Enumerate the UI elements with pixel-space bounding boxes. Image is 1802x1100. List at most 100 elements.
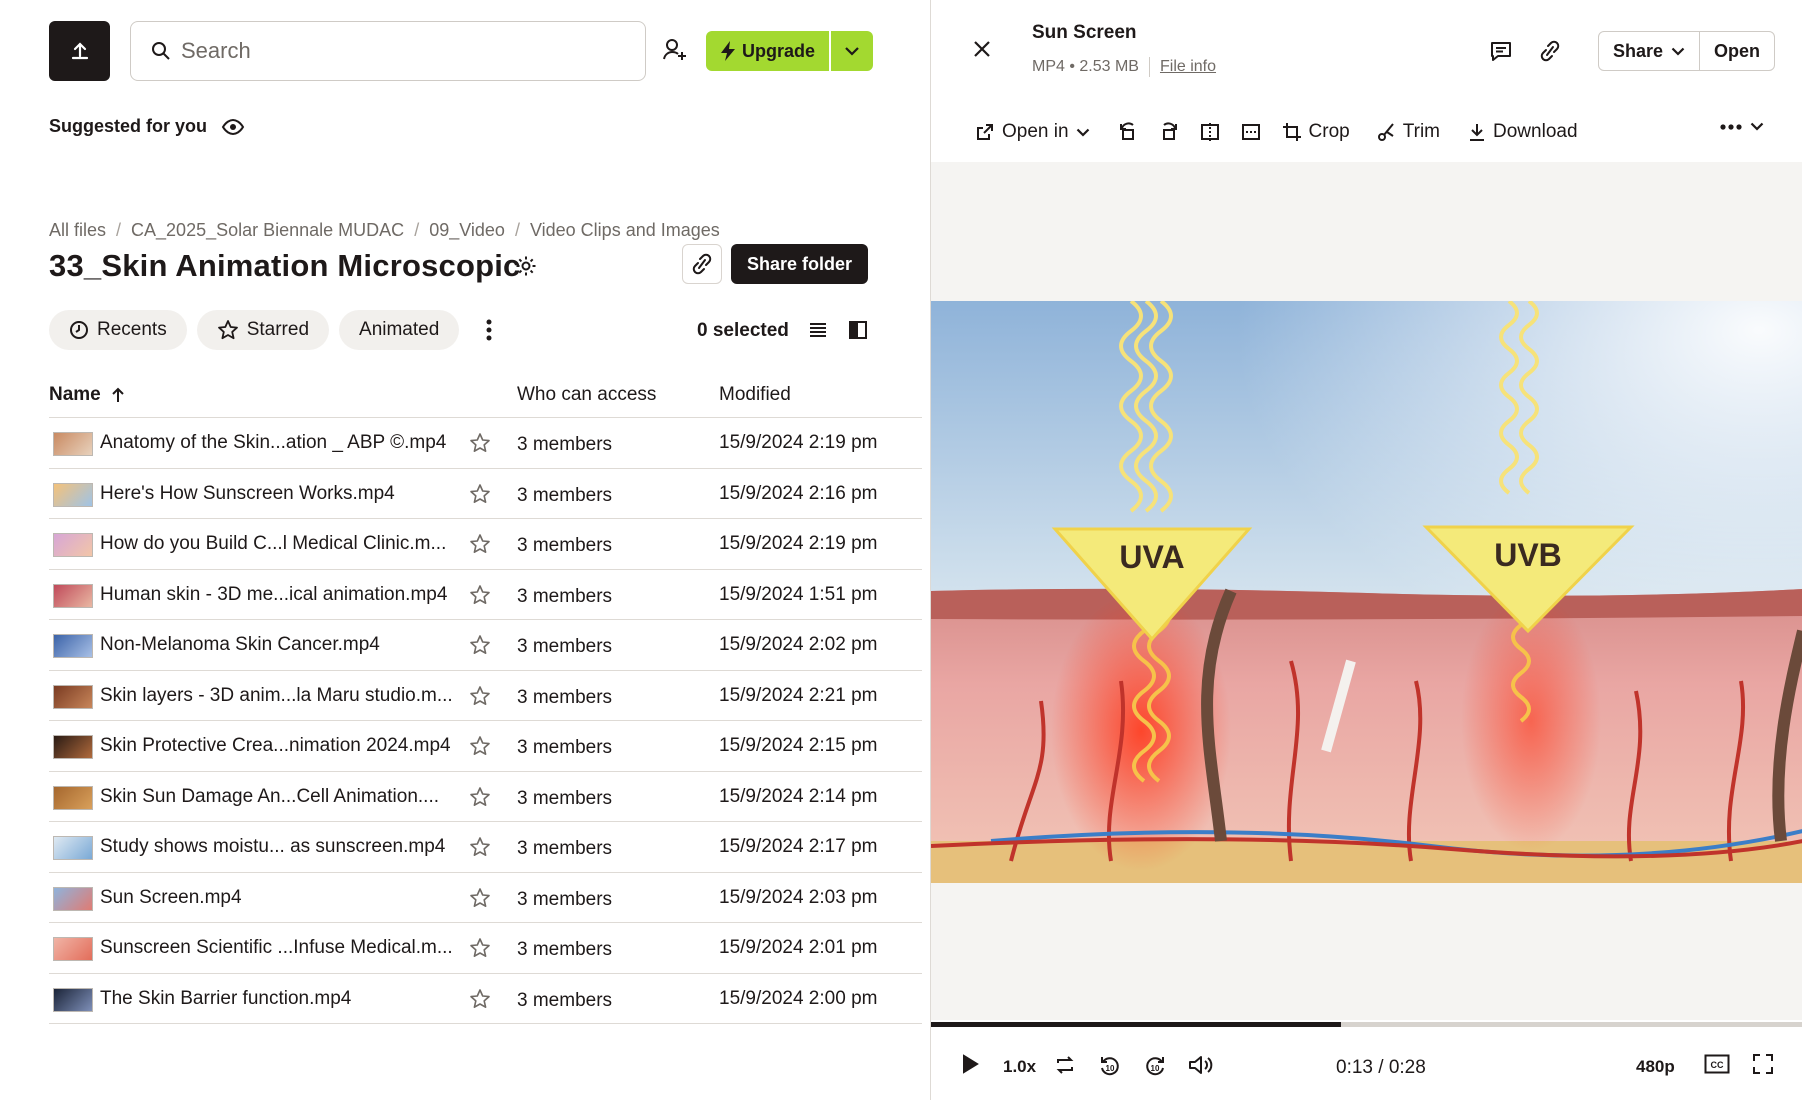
- table-row[interactable]: Sunscreen Scientific ...Infuse Medical.m…: [49, 923, 922, 974]
- forward-10-button[interactable]: 10: [1143, 1054, 1167, 1078]
- breadcrumb-solar-biennale[interactable]: CA_2025_Solar Biennale MUDAC: [131, 220, 404, 241]
- breadcrumb-separator: /: [116, 220, 122, 240]
- upgrade-label: Upgrade: [742, 40, 816, 61]
- star-icon[interactable]: [469, 483, 491, 505]
- crop-button[interactable]: Crop: [1282, 121, 1350, 143]
- captions-button[interactable]: CC: [1704, 1054, 1730, 1074]
- video-frame[interactable]: UVA UVB: [931, 301, 1802, 883]
- star-icon[interactable]: [469, 533, 491, 555]
- flip-horizontal-icon[interactable]: [1200, 122, 1220, 142]
- play-button[interactable]: [961, 1054, 979, 1074]
- animated-chip[interactable]: Animated: [339, 310, 460, 350]
- file-name[interactable]: Anatomy of the Skin...ation _ ABP ©.mp4: [100, 432, 446, 454]
- uvb-label: UVB: [1494, 537, 1562, 573]
- breadcrumb-video-clips[interactable]: Video Clips and Images: [530, 220, 720, 241]
- file-name[interactable]: Sunscreen Scientific ...Infuse Medical.m…: [100, 937, 453, 959]
- clock-icon: [69, 320, 89, 340]
- star-icon[interactable]: [469, 887, 491, 909]
- star-icon[interactable]: [469, 685, 491, 707]
- open-in-button[interactable]: Open in: [975, 121, 1090, 143]
- table-row[interactable]: Skin Protective Crea...nimation 2024.mp4…: [49, 721, 922, 772]
- open-button[interactable]: Open: [1700, 32, 1774, 70]
- preview-panel-toggle[interactable]: [848, 320, 868, 340]
- close-preview-button[interactable]: [971, 38, 993, 60]
- table-row[interactable]: Skin layers - 3D anim...la Maru studio.m…: [49, 671, 922, 721]
- star-icon[interactable]: [469, 988, 491, 1010]
- search-box[interactable]: [130, 21, 646, 81]
- table-row[interactable]: Here's How Sunscreen Works.mp4 3 members 1…: [49, 469, 922, 519]
- modified-value: 15/9/2024 2:00 pm: [719, 987, 878, 1009]
- star-icon[interactable]: [469, 432, 491, 454]
- fullscreen-button[interactable]: [1753, 1054, 1773, 1074]
- access-column-header[interactable]: Who can access: [517, 384, 656, 406]
- copy-folder-link-button[interactable]: [682, 244, 722, 284]
- file-name[interactable]: Human skin - 3D me...ical animation.mp4: [100, 584, 447, 606]
- share-folder-button[interactable]: Share folder: [731, 244, 869, 284]
- file-name[interactable]: Sun Screen.mp4: [100, 887, 242, 909]
- eye-icon[interactable]: [221, 118, 245, 136]
- playback-speed-button[interactable]: 1.0x: [1003, 1057, 1036, 1077]
- quality-selector[interactable]: 480p: [1636, 1057, 1675, 1077]
- loop-button[interactable]: [1054, 1054, 1076, 1076]
- copy-link-button[interactable]: [1540, 40, 1560, 62]
- download-button[interactable]: Download: [1468, 121, 1578, 143]
- table-row[interactable]: The Skin Barrier function.mp4 3 members 15…: [49, 974, 922, 1024]
- more-filters-button[interactable]: [469, 310, 509, 350]
- upload-button[interactable]: [49, 21, 110, 81]
- invite-member-button[interactable]: [662, 38, 688, 62]
- file-name[interactable]: Skin layers - 3D anim...la Maru studio.m…: [100, 685, 453, 707]
- table-row[interactable]: Study shows moistu... as sunscreen.mp4 3 …: [49, 822, 922, 873]
- starred-chip[interactable]: Starred: [196, 310, 330, 350]
- search-input[interactable]: [181, 38, 621, 64]
- star-icon[interactable]: [469, 836, 491, 858]
- video-progress-bar[interactable]: [931, 1022, 1802, 1027]
- breadcrumb-separator: /: [514, 220, 520, 240]
- share-button[interactable]: Share: [1599, 32, 1701, 70]
- modified-column-header[interactable]: Modified: [719, 384, 791, 406]
- star-icon[interactable]: [469, 584, 491, 606]
- table-row[interactable]: Skin Sun Damage An...Cell Animation.... 3…: [49, 772, 922, 822]
- breadcrumb-all-files[interactable]: All files: [49, 220, 106, 241]
- flip-vertical-icon[interactable]: [1241, 122, 1261, 142]
- access-value: 3 members: [517, 989, 613, 1011]
- file-name[interactable]: Skin Sun Damage An...Cell Animation....: [100, 786, 439, 808]
- list-view-button[interactable]: [808, 320, 828, 340]
- selected-count: 0 selected: [697, 320, 789, 341]
- trim-button[interactable]: Trim: [1377, 121, 1440, 143]
- access-value: 3 members: [517, 585, 613, 607]
- file-info-link[interactable]: File info: [1160, 58, 1216, 76]
- name-column-header[interactable]: Name: [49, 384, 125, 406]
- file-name[interactable]: Non-Melanoma Skin Cancer.mp4: [100, 634, 380, 656]
- file-name[interactable]: The Skin Barrier function.mp4: [100, 988, 351, 1010]
- rewind-10-button[interactable]: 10: [1098, 1054, 1122, 1078]
- file-name[interactable]: Study shows moistu... as sunscreen.mp4: [100, 836, 445, 858]
- rotate-right-icon[interactable]: [1159, 122, 1179, 142]
- rotate-left-icon[interactable]: [1118, 122, 1138, 142]
- modified-value: 15/9/2024 2:19 pm: [719, 533, 878, 554]
- table-row[interactable]: Human skin - 3D me...ical animation.mp4 3…: [49, 570, 922, 620]
- comment-button[interactable]: [1489, 40, 1513, 62]
- star-icon[interactable]: [469, 786, 491, 808]
- file-name[interactable]: How do you Build C...l Medical Clinic.m.…: [100, 533, 446, 555]
- volume-button[interactable]: [1188, 1054, 1214, 1076]
- upgrade-button[interactable]: Upgrade: [706, 31, 830, 71]
- table-row[interactable]: Anatomy of the Skin...ation _ ABP ©.mp4 3…: [49, 418, 922, 469]
- upgrade-dropdown-button[interactable]: [831, 31, 874, 71]
- table-row[interactable]: Non-Melanoma Skin Cancer.mp4 3 members 15/…: [49, 620, 922, 671]
- table-row[interactable]: How do you Build C...l Medical Clinic.m.…: [49, 519, 922, 570]
- table-row[interactable]: Sun Screen.mp4 3 members 15/9/2024 2:03 pm: [49, 873, 922, 923]
- sort-up-arrow-icon: [111, 387, 125, 403]
- more-actions-button[interactable]: [1720, 122, 1764, 131]
- star-icon[interactable]: [469, 634, 491, 656]
- star-icon[interactable]: [469, 937, 491, 959]
- download-label: Download: [1493, 121, 1578, 142]
- close-icon: [971, 38, 993, 60]
- file-name[interactable]: Here's How Sunscreen Works.mp4: [100, 483, 395, 505]
- breadcrumb-video[interactable]: 09_Video: [429, 220, 505, 241]
- breadcrumb-separator: /: [414, 220, 420, 240]
- star-icon[interactable]: [469, 735, 491, 757]
- folder-settings-button[interactable]: [515, 255, 537, 277]
- recents-chip[interactable]: Recents: [49, 310, 187, 350]
- file-name[interactable]: Skin Protective Crea...nimation 2024.mp4: [100, 735, 451, 757]
- volume-icon: [1188, 1054, 1214, 1076]
